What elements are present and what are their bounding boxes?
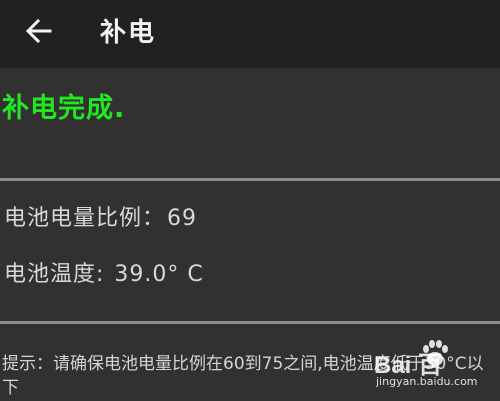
battery-temp-value: 39.0° C — [114, 262, 204, 287]
divider — [0, 321, 500, 324]
app-window: 补电 补电完成. 电池电量比例：69 电池温度: 39.0° C 提示：请确保电… — [0, 0, 500, 401]
battery-ratio-label: 电池电量比例： — [4, 206, 166, 231]
battery-ratio-value: 69 — [167, 206, 198, 231]
battery-ratio-row: 电池电量比例：69 — [4, 200, 197, 232]
page-title: 补电 — [100, 18, 157, 48]
divider — [0, 178, 500, 181]
tip-text: 提示：请确保电池电量比例在60到75之间,电池温度低于30°C以下 — [2, 354, 484, 398]
arrow-left-icon — [25, 18, 52, 44]
toolbar: 补电 — [0, 0, 500, 68]
battery-temp-row: 电池温度: 39.0° C — [4, 256, 204, 288]
back-button[interactable] — [22, 14, 56, 48]
battery-temp-label: 电池温度: — [4, 262, 113, 287]
status-message: 补电完成. — [2, 93, 126, 124]
